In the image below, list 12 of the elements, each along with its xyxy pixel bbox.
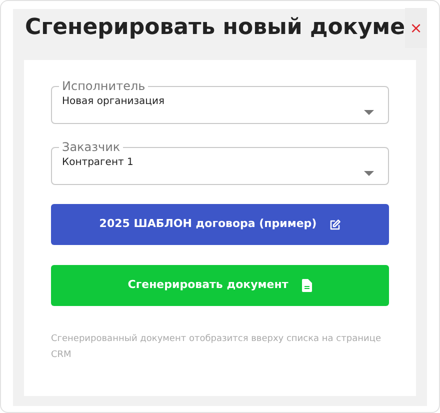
select-field[interactable]: Заказчик Контрагент 1 — [51, 141, 389, 185]
note-text: Сгенерированный документ отобразится вверху списка на странице CRM — [51, 333, 382, 362]
dropdown-caret-icon — [364, 171, 374, 176]
select-field[interactable]: Исполнитель Новая организация — [51, 80, 389, 124]
close-button[interactable]: × — [405, 8, 427, 48]
template-button[interactable]: 2025 ШАБЛОН договора (пример) — [51, 204, 389, 245]
dialog-title: Сгенерировать новый докуме — [24, 14, 406, 42]
dropdown-caret-icon — [364, 110, 374, 115]
field-label: Заказчик — [61, 141, 122, 153]
field-label: Исполнитель — [61, 80, 146, 92]
edit-icon — [328, 218, 341, 230]
document-icon — [302, 279, 312, 292]
